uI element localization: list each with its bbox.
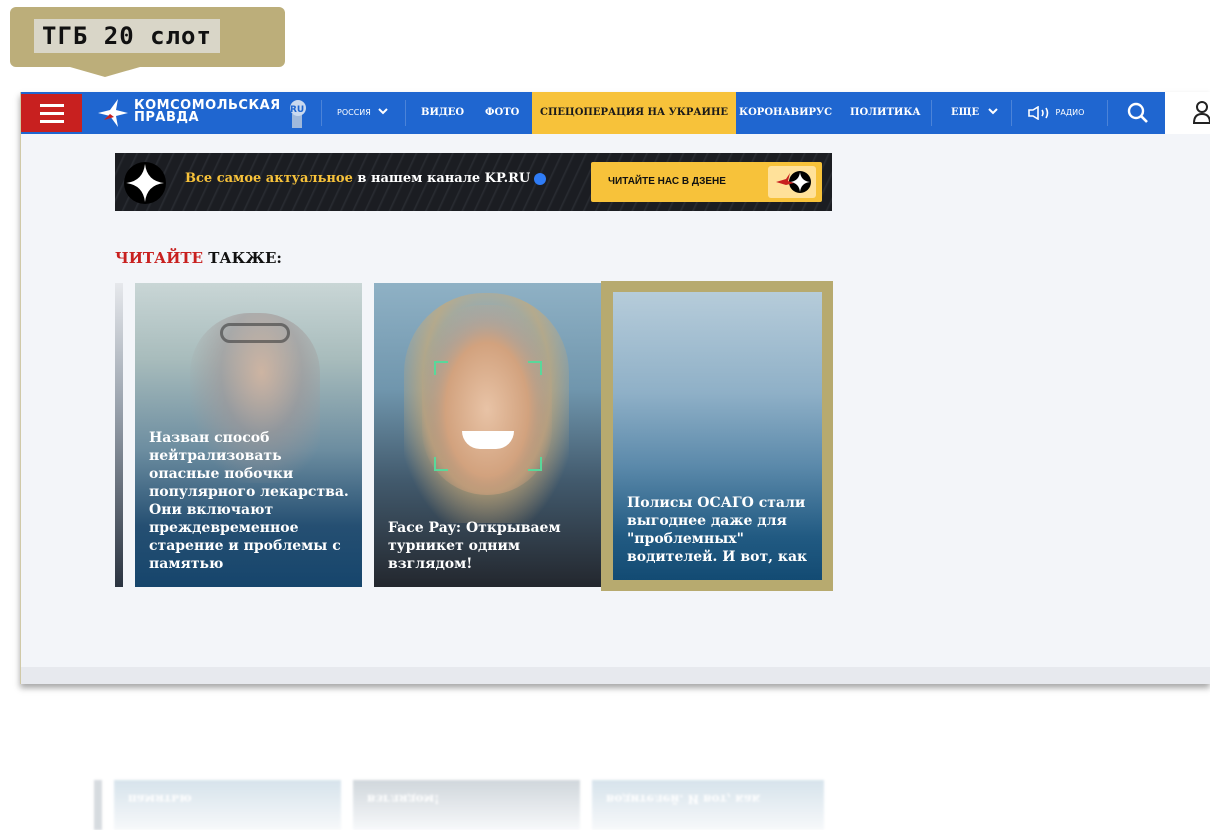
chevron-down-icon (987, 108, 998, 115)
face-scan-frame-icon (434, 361, 542, 471)
site-logo[interactable]: КОМСОМОЛЬСКАЯ ПРАВДА RU (96, 98, 316, 130)
card-1-title: Назван способ нейтрализовать опасные поб… (149, 430, 349, 572)
search-icon[interactable] (1127, 102, 1149, 124)
user-icon (1193, 101, 1210, 124)
article-card-1[interactable]: Назван способ нейтрализовать опасные поб… (135, 283, 362, 587)
read-also-red: ЧИТАЙТЕ (115, 249, 204, 267)
speaker-icon (1028, 105, 1049, 120)
slot-label-text: ТГБ 20 слот (34, 19, 220, 53)
user-area[interactable] (1165, 92, 1210, 134)
reflection-text-1: памятью (128, 792, 192, 806)
logo-ru-icon: RU (290, 100, 306, 128)
dzen-banner[interactable]: Все самое актуальное в нашем канале KP.R… (115, 153, 832, 211)
article-card-2[interactable]: Face Pay: Открываем турникет одним взгля… (374, 283, 601, 587)
read-on-dzen-button[interactable]: ЧИТАЙТЕ НАС В ДЗЕНЕ (591, 162, 822, 202)
slot-label-badge: ТГБ 20 слот (10, 7, 285, 77)
nav-video[interactable]: ВИДЕО (421, 92, 464, 134)
region-selector[interactable]: РОССИЯ (337, 92, 389, 134)
nav-coronavirus[interactable]: КОРОНАВИРУС (739, 92, 832, 134)
dzen-star-icon (124, 162, 166, 204)
nav-more-label: ЕЩЕ (951, 107, 980, 118)
article-card-3[interactable]: Полисы ОСАГО стали выгоднее даже для "пр… (613, 292, 822, 580)
nav-photo[interactable]: ФОТО (485, 92, 519, 134)
nav-radio[interactable]: РАДИО (1027, 92, 1084, 134)
previous-card-edge[interactable] (115, 283, 123, 587)
verified-icon (534, 172, 547, 185)
nav-more[interactable]: ЕЩЕ (951, 92, 998, 134)
top-navigation: КОМСОМОЛЬСКАЯ ПРАВДА RU РОССИЯ ВИДЕО ФОТ… (21, 92, 1210, 134)
nav-politics[interactable]: ПОЛИТИКА (850, 92, 921, 134)
banner-rest: в нашем канале KP.RU (352, 171, 531, 186)
reflection-text-2: взглядом! (367, 792, 440, 806)
logo-wordmark: КОМСОМОЛЬСКАЯ ПРАВДА (134, 99, 281, 125)
page-screenshot: КОМСОМОЛЬСКАЯ ПРАВДА RU РОССИЯ ВИДЕО ФОТ… (20, 92, 1210, 684)
kp-dzen-logo-icon (768, 166, 816, 198)
read-also-heading: ЧИТАЙТЕ ТАКЖЕ: (115, 249, 282, 267)
nav-special-operation[interactable]: СПЕЦОПЕРАЦИЯ НА УКРАИНЕ (532, 92, 737, 134)
banner-highlight: Все самое актуальное (185, 171, 353, 186)
banner-text: Все самое актуальное в нашем канале KP.R… (185, 171, 547, 186)
logo-line2: ПРАВДА (134, 110, 200, 125)
svg-text:RU: RU (290, 105, 304, 115)
read-also-black: ТАКЖЕ: (203, 249, 282, 267)
glasses-shape (220, 323, 290, 343)
chevron-down-icon (378, 108, 389, 115)
reflection: памятью взглядом! водителей. И вот, как (94, 780, 824, 830)
radio-label: РАДИО (1055, 108, 1085, 117)
region-label: РОССИЯ (337, 108, 371, 117)
card-3-title: Полисы ОСАГО стали выгоднее даже для "пр… (627, 495, 808, 565)
logo-star-icon (98, 99, 128, 127)
read-on-dzen-label: ЧИТАЙТЕ НАС В ДЗЕНЕ (608, 176, 726, 187)
reflection-text-3: водителей. И вот, как (606, 792, 761, 806)
menu-icon[interactable] (21, 94, 82, 132)
card-2-title: Face Pay: Открываем турникет одним взгля… (388, 520, 561, 572)
page-bottom-bar (21, 667, 1210, 684)
